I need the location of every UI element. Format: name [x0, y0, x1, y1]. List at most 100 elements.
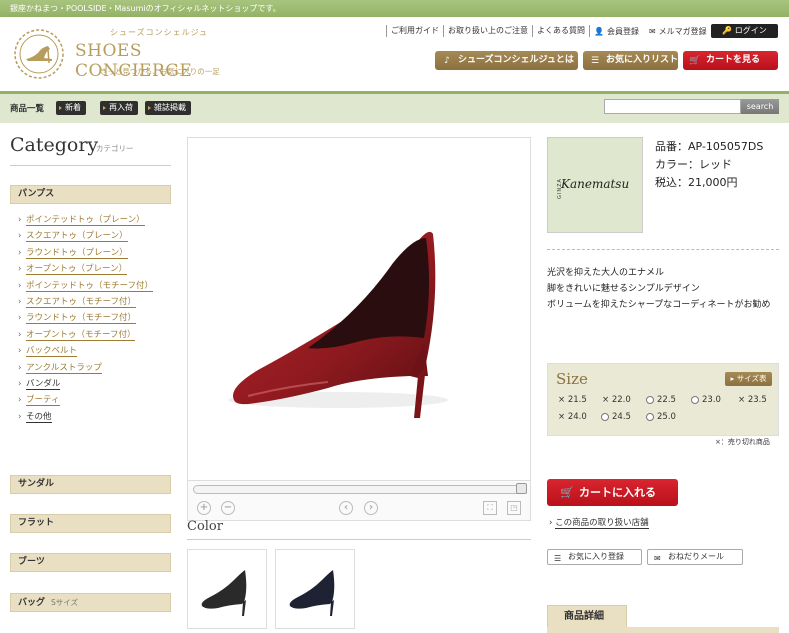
radio-icon[interactable]	[691, 396, 699, 404]
request-mail-button[interactable]: ✉ おねだりメール	[647, 549, 743, 565]
section-sandal[interactable]: サンダル	[10, 475, 171, 494]
nav-guide-link[interactable]: ご利用ガイド	[386, 25, 443, 37]
list-item[interactable]: アンクルストラップ	[18, 362, 168, 374]
list-item[interactable]: ラウンドトゥ（プレーン）	[18, 247, 168, 259]
category-link[interactable]: バックベルト	[26, 346, 78, 358]
size-option-soldout: × 21.5	[558, 395, 587, 405]
color-thumbnail-black[interactable]	[187, 549, 267, 629]
list-item[interactable]: その他	[18, 411, 168, 423]
list-item[interactable]: ラウンドトゥ（モチーフ付）	[18, 313, 168, 325]
section-pumps[interactable]: パンプス	[10, 185, 171, 204]
description-line: ボリュームを抑えたシャープなコーディネートがお勧め	[547, 300, 771, 310]
list-item[interactable]: スクエアトゥ（モチーフ付）	[18, 296, 168, 308]
nav-restock[interactable]: 再入荷	[100, 101, 138, 115]
size-label: 25.0	[657, 412, 676, 422]
product-specs: 品番：AP-105057DS カラー：レッド 税込：21,000円	[655, 138, 763, 192]
member-register-link[interactable]: 👤 会員登録	[594, 25, 639, 38]
image-controls: + − ‹ › ⛶ ◳	[187, 481, 531, 521]
product-main-image[interactable]	[187, 137, 531, 481]
list-item[interactable]: ポインテッドトゥ（モチーフ付）	[18, 280, 168, 292]
list-item[interactable]: バックベルト	[18, 346, 168, 358]
nav-new-arrivals[interactable]: 新着	[56, 101, 86, 115]
category-link[interactable]: バンダル	[26, 378, 61, 390]
category-link[interactable]: ラウンドトゥ（モチーフ付）	[26, 313, 136, 325]
size-selector: Size ▸ サイズ表 × 21.5 × 22.0 22.5 23.0 × 23…	[547, 363, 779, 436]
radio-icon[interactable]	[646, 396, 654, 404]
divider	[187, 539, 531, 540]
category-link[interactable]: ラウンドトゥ（プレーン）	[26, 247, 128, 259]
newsletter-label: メルマガ登録	[658, 27, 707, 36]
color-section-title: Color	[187, 519, 223, 534]
category-link[interactable]: オープントゥ（モチーフ付）	[26, 329, 136, 341]
newsletter-link[interactable]: ✉ メルマガ登録	[649, 25, 707, 38]
zoom-out-icon[interactable]: −	[221, 501, 235, 515]
list-icon: ☰	[554, 554, 562, 563]
concierge-button[interactable]: ♪ シューズコンシェルジュとは	[435, 51, 578, 70]
search-button[interactable]: search	[741, 99, 779, 114]
view-cart-button[interactable]: 🛒 カートを見る	[683, 51, 778, 70]
section-boots[interactable]: ブーツ	[10, 553, 171, 572]
zoom-in-icon[interactable]: +	[197, 501, 211, 515]
list-item[interactable]: オープントゥ（モチーフ付）	[18, 329, 168, 341]
size-label: 24.5	[612, 412, 631, 422]
size-option-soldout: × 24.0	[558, 412, 587, 422]
category-link[interactable]: オープントゥ（プレーン）	[26, 264, 128, 276]
store-locator-link[interactable]: › この商品の取り扱い店舗	[549, 516, 649, 529]
slider-handle[interactable]	[516, 483, 527, 494]
member-register-label: 会員登録	[606, 27, 639, 36]
next-image-icon[interactable]: ›	[364, 501, 378, 515]
category-link[interactable]: ブーティ	[26, 395, 60, 407]
category-link[interactable]: スクエアトゥ（モチーフ付）	[26, 296, 136, 308]
size-option-radio[interactable]: 25.0	[646, 412, 676, 422]
add-to-cart-button[interactable]: 🛒 カートに入れる	[547, 479, 678, 506]
login-button[interactable]: 🔑 ログイン	[711, 24, 778, 38]
size-option-radio[interactable]: 23.0	[691, 395, 721, 405]
category-link[interactable]: その他	[26, 411, 52, 423]
list-item[interactable]: オープントゥ（プレーン）	[18, 264, 168, 276]
popout-icon[interactable]: ◳	[507, 501, 521, 515]
list-item[interactable]: ポインテッドトゥ（プレーン）	[18, 215, 168, 226]
sold-out-note: ×：売り切れ商品	[715, 438, 770, 446]
site-logo[interactable]: シューズコンシェルジュ SHOES CONCIERGE きっと見つかる、お気に入…	[10, 25, 250, 85]
zoom-slider[interactable]	[193, 485, 525, 494]
section-flat[interactable]: フラット	[10, 514, 171, 533]
size-option-radio[interactable]: 22.5	[646, 395, 676, 405]
section-bag[interactable]: バッグ Sサイズ	[10, 593, 171, 612]
account-links: 👤 会員登録 ✉ メルマガ登録	[594, 25, 717, 38]
category-link[interactable]: スクエアトゥ（プレーン）	[26, 231, 128, 243]
radio-icon[interactable]	[646, 413, 654, 421]
product-details-tab[interactable]: 商品詳細	[547, 605, 627, 627]
list-item[interactable]: スクエアトゥ（プレーン）	[18, 231, 168, 243]
login-label: ログイン	[734, 26, 767, 35]
size-chart-button[interactable]: ▸ サイズ表	[725, 372, 772, 386]
person-icon: 👤	[594, 27, 604, 36]
brand-logo: GINZA Kanematsu	[547, 137, 643, 233]
fullscreen-icon[interactable]: ⛶	[483, 501, 497, 515]
size-label: 24.0	[567, 412, 587, 422]
nav-caution-link[interactable]: お取り扱い上のご注意	[443, 25, 532, 37]
category-link[interactable]: ポインテッドトゥ（プレーン）	[26, 215, 145, 226]
shoe-emblem-icon	[14, 29, 64, 79]
nav-faq-link[interactable]: よくある質問	[532, 25, 590, 37]
list-item[interactable]: バンダル	[18, 378, 168, 390]
pumps-category-list: ポインテッドトゥ（プレーン） スクエアトゥ（プレーン） ラウンドトゥ（プレーン）…	[18, 215, 168, 428]
brand-logo-inner: GINZA Kanematsu	[551, 141, 639, 229]
size-label: 23.5	[747, 395, 767, 405]
product-code: 品番：AP-105057DS	[655, 140, 764, 153]
search-input[interactable]	[604, 99, 741, 114]
list-item[interactable]: ブーティ	[18, 395, 168, 407]
favorites-list-button[interactable]: ☰ お気に入りリスト	[583, 51, 678, 70]
cart-icon: 🛒	[689, 55, 701, 66]
key-icon: 🔑	[722, 26, 735, 35]
category-link[interactable]: アンクルストラップ	[26, 362, 102, 374]
site-header: シューズコンシェルジュ SHOES CONCIERGE きっと見つかる、お気に入…	[0, 17, 789, 91]
logo-subtitle: シューズコンシェルジュ	[110, 28, 209, 37]
size-option-radio[interactable]: 24.5	[601, 412, 631, 422]
category-link[interactable]: ポインテッドトゥ（モチーフ付）	[26, 280, 153, 292]
section-bag-label: バッグ	[18, 598, 46, 608]
radio-icon[interactable]	[601, 413, 609, 421]
add-favorite-button[interactable]: ☰ お気に入り登録	[547, 549, 642, 565]
nav-magazine[interactable]: 雑誌掲載	[145, 101, 191, 115]
previous-image-icon[interactable]: ‹	[339, 501, 353, 515]
color-thumbnail-navy[interactable]	[275, 549, 355, 629]
